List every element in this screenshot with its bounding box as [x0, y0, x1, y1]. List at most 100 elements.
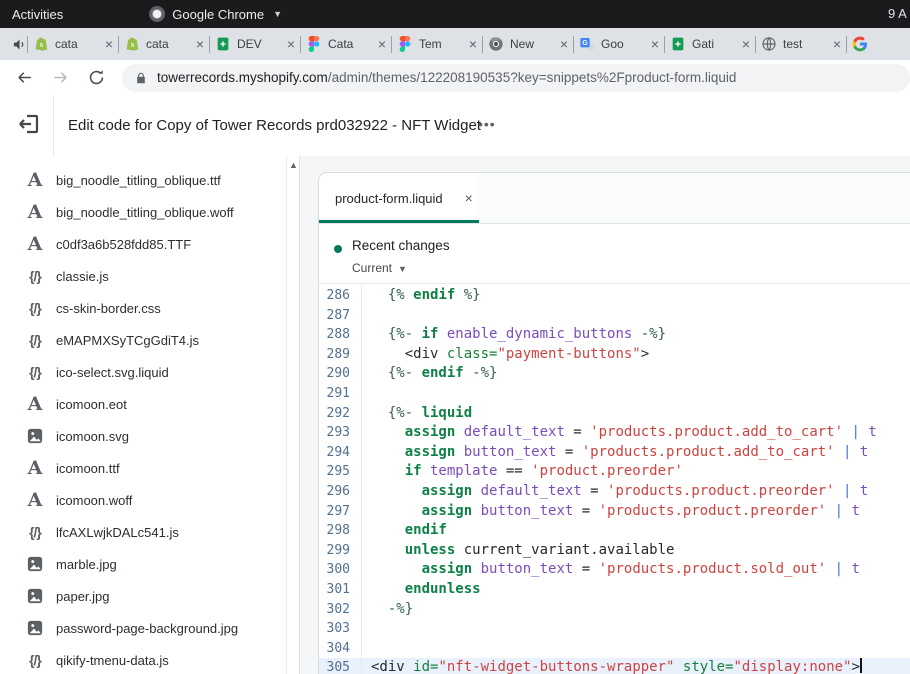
file-list-item[interactable]: password-page-background.jpg: [0, 612, 299, 644]
tab-close-icon[interactable]: ×: [378, 37, 386, 51]
more-actions-button[interactable]: •••: [478, 95, 496, 156]
code-line-text[interactable]: {%- if enable_dynamic_buttons -%}: [362, 325, 910, 345]
code-line-text[interactable]: unless current_variant.available: [362, 541, 910, 561]
tab-close-icon[interactable]: ×: [651, 37, 659, 51]
file-list-item[interactable]: Abig_noodle_titling_oblique.woff: [0, 196, 299, 228]
code-line[interactable]: 302 -%}: [319, 600, 910, 620]
url-path: /admin/themes/122208190535?key=snippets%…: [328, 70, 737, 85]
code-line[interactable]: 291: [319, 384, 910, 404]
browser-tab[interactable]: Scata×: [28, 28, 118, 60]
code-line-text[interactable]: [362, 384, 910, 404]
file-list-item[interactable]: {/}ico-select.svg.liquid: [0, 356, 299, 388]
app-menu[interactable]: Google Chrome ▼: [149, 6, 282, 22]
code-line[interactable]: 287: [319, 306, 910, 326]
code-line-text[interactable]: <div id="nft-widget-buttons-wrapper" sty…: [362, 658, 910, 674]
file-list-item[interactable]: Aicomoon.woff: [0, 484, 299, 516]
tab-close-icon[interactable]: ×: [742, 37, 750, 51]
code-line-text[interactable]: -%}: [362, 600, 910, 620]
browser-tab[interactable]: Scata×: [119, 28, 209, 60]
back-button[interactable]: [12, 66, 36, 90]
app-menu-label: Google Chrome: [172, 7, 264, 22]
code-line-text[interactable]: assign button_text = 'products.product.a…: [362, 443, 910, 463]
code-line-text[interactable]: endif: [362, 521, 910, 541]
tab-close-icon[interactable]: ×: [560, 37, 568, 51]
browser-tab[interactable]: [847, 28, 910, 60]
address-bar[interactable]: towerrecords.myshopify.com/admin/themes/…: [122, 64, 910, 92]
image-file-icon: [22, 587, 48, 605]
browser-tab[interactable]: GGoo×: [574, 28, 664, 60]
file-list-item[interactable]: Aicomoon.eot: [0, 388, 299, 420]
editor-tab-close-icon[interactable]: ×: [465, 190, 473, 206]
system-clock[interactable]: 9 A: [888, 6, 907, 21]
code-line[interactable]: 300 assign button_text = 'products.produ…: [319, 560, 910, 580]
exit-code-editor-button[interactable]: [17, 112, 41, 136]
code-line-text[interactable]: [362, 639, 910, 659]
code-line[interactable]: 294 assign button_text = 'products.produ…: [319, 443, 910, 463]
file-list-item[interactable]: Aicomoon.ttf: [0, 452, 299, 484]
code-editor[interactable]: 286 {% endif %}287288 {%- if enable_dyna…: [319, 284, 910, 674]
browser-tab[interactable]: DEV×: [210, 28, 300, 60]
file-list-item[interactable]: {/}qikify-tmenu-data.js: [0, 644, 299, 674]
code-line-text[interactable]: assign default_text = 'products.product.…: [362, 423, 910, 443]
code-line-text[interactable]: {% endif %}: [362, 286, 910, 306]
browser-tab-title: Gati: [692, 37, 736, 51]
file-list-item[interactable]: Abig_noodle_titling_oblique.ttf: [0, 164, 299, 196]
page-header: Edit code for Copy of Tower Records prd0…: [0, 95, 910, 157]
file-list-item[interactable]: {/}eMAPMXSyTCgGdiT4.js: [0, 324, 299, 356]
file-name: lfcAXLwjkDALc541.js: [56, 525, 179, 540]
code-line-text[interactable]: assign button_text = 'products.product.p…: [362, 502, 910, 522]
file-list-item[interactable]: {/}cs-skin-border.css: [0, 292, 299, 324]
browser-tab[interactable]: Cata×: [301, 28, 391, 60]
code-line-text[interactable]: if template == 'product.preorder': [362, 462, 910, 482]
code-line[interactable]: 286 {% endif %}: [319, 286, 910, 306]
code-line[interactable]: 289 <div class="payment-buttons">: [319, 345, 910, 365]
tab-close-icon[interactable]: ×: [196, 37, 204, 51]
scroll-up-arrow-icon[interactable]: ▲: [289, 160, 298, 170]
browser-tab[interactable]: Gati ×: [665, 28, 755, 60]
code-line[interactable]: 303: [319, 619, 910, 639]
code-line-text[interactable]: [362, 306, 910, 326]
code-line[interactable]: 292 {%- liquid: [319, 404, 910, 424]
tab-close-icon[interactable]: ×: [833, 37, 841, 51]
reload-button[interactable]: [84, 66, 108, 90]
browser-tab[interactable]: New×: [483, 28, 573, 60]
tab-close-icon[interactable]: ×: [287, 37, 295, 51]
file-list-item[interactable]: paper.jpg: [0, 580, 299, 612]
file-list-item[interactable]: icomoon.svg: [0, 420, 299, 452]
audio-speaker-icon[interactable]: [12, 37, 27, 52]
code-line[interactable]: 299 unless current_variant.available: [319, 541, 910, 561]
browser-tab[interactable]: test×: [756, 28, 846, 60]
code-line[interactable]: 297 assign button_text = 'products.produ…: [319, 502, 910, 522]
editor-file-tab[interactable]: product-form.liquid ×: [319, 173, 479, 223]
tab-close-icon[interactable]: ×: [105, 37, 113, 51]
code-line[interactable]: 305<div id="nft-widget-buttons-wrapper" …: [319, 658, 910, 674]
file-list-item[interactable]: {/}classie.js: [0, 260, 299, 292]
code-line-text[interactable]: endunless: [362, 580, 910, 600]
code-line[interactable]: 296 assign default_text = 'products.prod…: [319, 482, 910, 502]
code-line-text[interactable]: <div class="payment-buttons">: [362, 345, 910, 365]
file-list-item[interactable]: {/}lfcAXLwjkDALc541.js: [0, 516, 299, 548]
code-line[interactable]: 290 {%- endif -%}: [319, 364, 910, 384]
forward-button[interactable]: [48, 66, 72, 90]
activities-button[interactable]: Activities: [12, 7, 63, 22]
code-line[interactable]: 304: [319, 639, 910, 659]
code-line[interactable]: 293 assign default_text = 'products.prod…: [319, 423, 910, 443]
code-line[interactable]: 298 endif: [319, 521, 910, 541]
code-line-text[interactable]: [362, 619, 910, 639]
code-line[interactable]: 295 if template == 'product.preorder': [319, 462, 910, 482]
code-file-icon: {/}: [22, 300, 48, 316]
code-line-text[interactable]: {%- endif -%}: [362, 364, 910, 384]
file-list-item[interactable]: Ac0df3a6b528fdd85.TTF: [0, 228, 299, 260]
code-line[interactable]: 301 endunless: [319, 580, 910, 600]
svg-text:S: S: [40, 42, 44, 49]
browser-tab[interactable]: Tem×: [392, 28, 482, 60]
file-list-item[interactable]: marble.jpg: [0, 548, 299, 580]
file-name: icomoon.woff: [56, 493, 132, 508]
font-file-icon: A: [22, 491, 48, 510]
tab-close-icon[interactable]: ×: [469, 37, 477, 51]
code-line[interactable]: 288 {%- if enable_dynamic_buttons -%}: [319, 325, 910, 345]
version-dropdown[interactable]: Current▼: [352, 261, 407, 275]
code-line-text[interactable]: assign button_text = 'products.product.s…: [362, 560, 910, 580]
code-line-text[interactable]: assign default_text = 'products.product.…: [362, 482, 910, 502]
code-line-text[interactable]: {%- liquid: [362, 404, 910, 424]
